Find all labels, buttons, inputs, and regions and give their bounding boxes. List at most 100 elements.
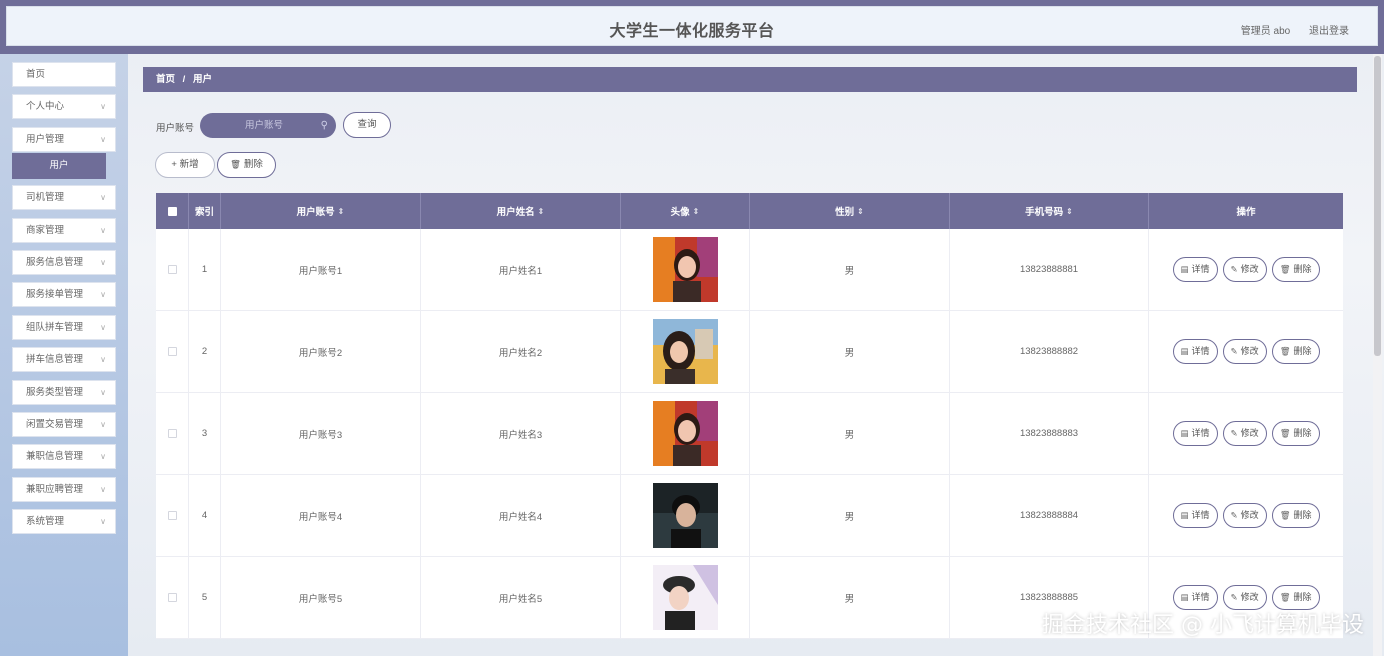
sidebar-item[interactable]: 商家管理 ∨ xyxy=(12,217,116,243)
cell-avatar xyxy=(621,229,750,310)
sidebar-item-label: 司机管理 xyxy=(26,192,65,204)
sidebar-item[interactable]: 拼车信息管理 ∨ xyxy=(12,347,116,373)
sidebar-item[interactable]: 组队拼车管理 ∨ xyxy=(12,314,116,340)
table-body: 1 用户账号1 用户姓名1 男 13823888881 ▤ 详情 ✎ 修改 🗑 删除 2 用户账号2 用户… xyxy=(156,229,1343,639)
scrollbar-thumb[interactable] xyxy=(1374,56,1381,356)
app-title: 大学生一体化服务平台 xyxy=(609,23,775,40)
trash-icon: 🗑 xyxy=(230,159,241,169)
sidebar: 首页 个人中心 ∨ 用户管理 ∨ 用户 司机管理 ∨ 商家管理 ∨ 服务信息管理 ∨ 服务接单管理 ∨ 组队… xyxy=(0,54,128,656)
detail-icon: ▤ xyxy=(1180,510,1189,520)
delete-button[interactable]: 🗑 删除 xyxy=(1271,257,1320,282)
query-button[interactable]: 查询 xyxy=(343,112,391,138)
user-avatar-image[interactable] xyxy=(652,237,718,302)
edit-button[interactable]: ✎ 修改 xyxy=(1222,503,1267,528)
trash-icon: 🗑 xyxy=(1279,346,1291,356)
cell-gender: 男 xyxy=(750,229,950,310)
chevron-down-icon: ∨ xyxy=(100,452,106,462)
sidebar-item[interactable]: 服务类型管理 ∨ xyxy=(12,379,116,405)
sidebar-item[interactable]: 个人中心 ∨ xyxy=(12,94,116,120)
sidebar-item[interactable]: 闲置交易管理 ∨ xyxy=(12,411,116,437)
row-select-cell xyxy=(156,475,189,556)
edit-icon: ✎ xyxy=(1230,346,1238,356)
row-checkbox[interactable] xyxy=(167,265,177,274)
user-avatar-image[interactable] xyxy=(652,565,718,630)
cell-gender: 男 xyxy=(750,393,950,474)
detail-button[interactable]: ▤ 详情 xyxy=(1172,503,1218,528)
cell-ops: ▤ 详情 ✎ 修改 🗑 删除 xyxy=(1149,393,1343,474)
cell-phone: 13823888883 xyxy=(950,393,1149,474)
cell-phone: 13823888884 xyxy=(950,475,1149,556)
chevron-down-icon: ∨ xyxy=(100,387,106,397)
cell-ops: ▤ 详情 ✎ 修改 🗑 删除 xyxy=(1149,229,1343,310)
edit-icon: ✎ xyxy=(1230,510,1238,520)
table-row: 2 用户账号2 用户姓名2 男 13823888882 ▤ 详情 ✎ 修改 🗑 删除 xyxy=(156,311,1343,393)
breadcrumb-current: 用户 xyxy=(192,74,212,85)
trash-icon: 🗑 xyxy=(1279,592,1291,602)
sidebar-item[interactable]: 司机管理 ∨ xyxy=(12,185,116,211)
user-avatar-image[interactable] xyxy=(652,483,718,548)
sidebar-item[interactable]: 服务接单管理 ∨ xyxy=(12,282,116,308)
detail-icon: ▤ xyxy=(1180,264,1189,274)
cell-avatar xyxy=(621,393,750,474)
row-checkbox[interactable] xyxy=(167,429,177,438)
batch-delete-button[interactable]: 🗑 删除 xyxy=(217,152,276,178)
edit-button[interactable]: ✎ 修改 xyxy=(1222,339,1267,364)
sidebar-item[interactable]: 系统管理 ∨ xyxy=(12,509,116,535)
row-select-cell xyxy=(156,311,189,392)
delete-button[interactable]: 🗑 删除 xyxy=(1271,339,1320,364)
table-header: 索引 用户账号 ⇕ 用户姓名 ⇕ 头像 ⇕ 性别 ⇕ 手机号码 ⇕ 操作 xyxy=(156,193,1343,229)
column-header-account[interactable]: 用户账号 ⇕ xyxy=(221,193,421,229)
detail-button[interactable]: ▤ 详情 xyxy=(1172,421,1218,446)
column-header-gender[interactable]: 性别 ⇕ xyxy=(750,193,950,229)
breadcrumb: 首页 / 用户 xyxy=(143,67,1357,92)
column-header-phone[interactable]: 手机号码 ⇕ xyxy=(950,193,1149,229)
cell-index: 3 xyxy=(189,393,221,474)
delete-button[interactable]: 🗑 删除 xyxy=(1271,503,1320,528)
cell-gender: 男 xyxy=(750,475,950,556)
sort-icon: ⇕ xyxy=(857,206,864,216)
user-avatar-image[interactable] xyxy=(652,319,718,384)
select-all-checkbox[interactable] xyxy=(167,206,177,216)
sidebar-item-label: 闲置交易管理 xyxy=(26,418,84,430)
row-checkbox[interactable] xyxy=(167,347,177,356)
cell-name: 用户姓名2 xyxy=(421,311,621,392)
cell-name: 用户姓名3 xyxy=(421,393,621,474)
delete-button[interactable]: 🗑 删除 xyxy=(1271,421,1320,446)
top-header: 大学生一体化服务平台 管理员 abo 退出登录 xyxy=(0,0,1384,54)
row-checkbox[interactable] xyxy=(167,593,177,602)
sidebar-item[interactable]: 服务信息管理 ∨ xyxy=(12,249,116,275)
logout-link[interactable]: 退出登录 xyxy=(1309,26,1349,37)
table-row: 4 用户账号4 用户姓名4 男 13823888884 ▤ 详情 ✎ 修改 🗑 删除 xyxy=(156,475,1343,557)
add-button[interactable]: + 新增 xyxy=(155,152,215,178)
user-avatar-image[interactable] xyxy=(652,401,718,466)
search-input[interactable]: 用户账号 ⚲ xyxy=(200,113,336,138)
detail-button[interactable]: ▤ 详情 xyxy=(1172,339,1218,364)
cell-account: 用户账号2 xyxy=(221,311,421,392)
sidebar-subitem-users[interactable]: 用户 xyxy=(12,153,106,180)
sort-icon: ⇕ xyxy=(1066,206,1073,216)
sidebar-item[interactable]: 兼职信息管理 ∨ xyxy=(12,444,116,470)
sidebar-item[interactable]: 用户管理 ∨ xyxy=(12,126,116,152)
cell-phone: 13823888881 xyxy=(950,229,1149,310)
trash-icon: 🗑 xyxy=(1279,264,1291,274)
cell-ops: ▤ 详情 ✎ 修改 🗑 删除 xyxy=(1149,311,1343,392)
detail-button[interactable]: ▤ 详情 xyxy=(1172,257,1218,282)
sidebar-item[interactable]: 首页 xyxy=(12,62,116,87)
header-panel: 大学生一体化服务平台 管理员 abo 退出登录 xyxy=(6,6,1378,46)
edit-button[interactable]: ✎ 修改 xyxy=(1222,421,1267,446)
chevron-down-icon: ∨ xyxy=(100,419,106,429)
sidebar-item[interactable]: 兼职应聘管理 ∨ xyxy=(12,476,116,502)
breadcrumb-home[interactable]: 首页 xyxy=(156,74,175,85)
page-scrollbar[interactable] xyxy=(1373,54,1382,656)
cell-account: 用户账号3 xyxy=(221,393,421,474)
column-header-avatar[interactable]: 头像 ⇕ xyxy=(621,193,750,229)
column-header-name[interactable]: 用户姓名 ⇕ xyxy=(421,193,621,229)
search-label: 用户账号 xyxy=(156,123,195,134)
chevron-down-icon: ∨ xyxy=(100,257,106,267)
trash-icon: 🗑 xyxy=(1279,428,1291,438)
chevron-down-icon: ∨ xyxy=(100,517,106,527)
cell-name: 用户姓名5 xyxy=(421,557,621,638)
row-checkbox[interactable] xyxy=(167,511,177,520)
edit-button[interactable]: ✎ 修改 xyxy=(1222,257,1267,282)
chevron-down-icon: ∨ xyxy=(100,102,106,112)
